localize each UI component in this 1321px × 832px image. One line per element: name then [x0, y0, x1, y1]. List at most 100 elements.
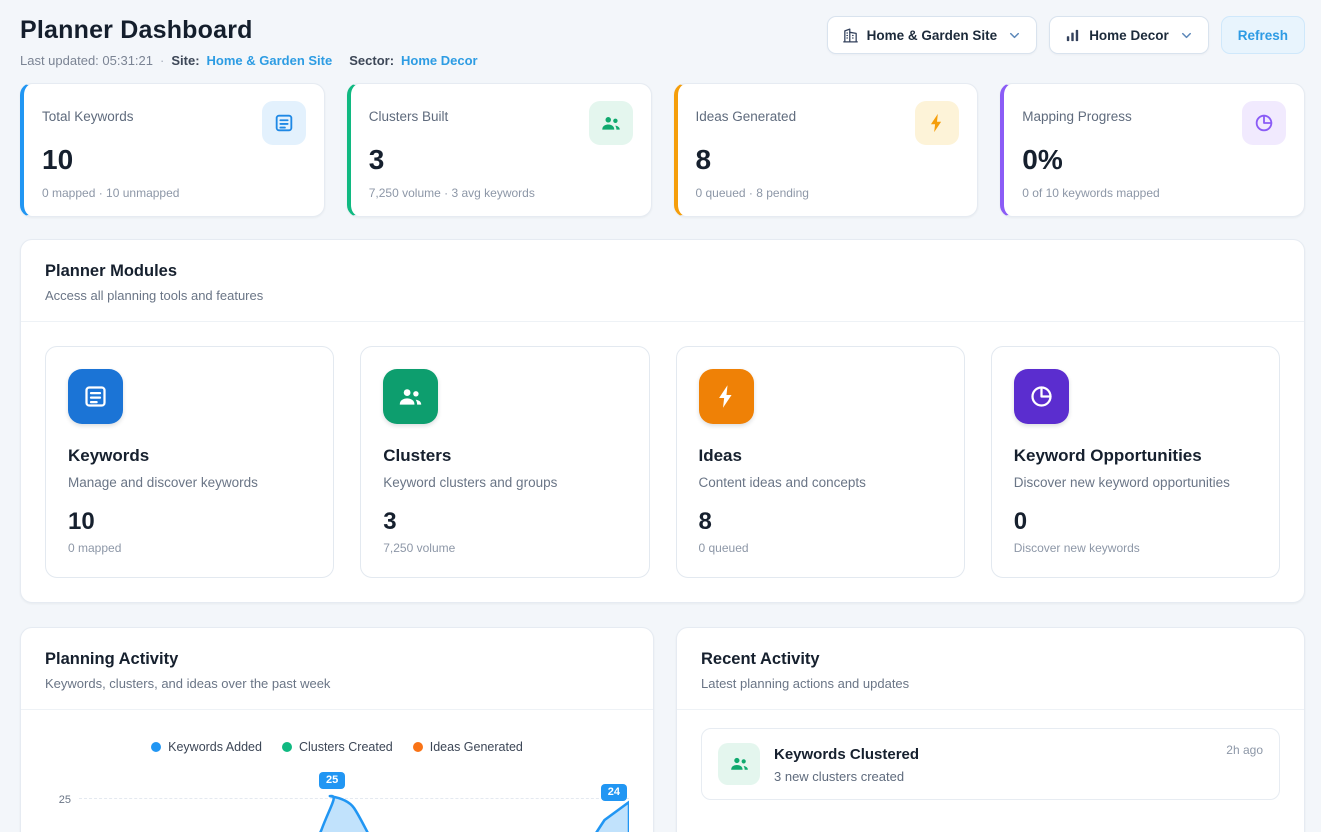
chevron-down-icon: [1179, 28, 1194, 43]
module-card-keyword-opportunities[interactable]: Keyword Opportunities Discover new keywo…: [991, 346, 1280, 578]
module-value: 3: [383, 508, 626, 536]
module-title: Ideas: [699, 446, 942, 466]
planning-activity-panel: Planning Activity Keywords, clusters, an…: [20, 627, 654, 832]
modules-grid: Keywords Manage and discover keywords 10…: [21, 322, 1304, 602]
bar-chart-icon: [1064, 27, 1081, 44]
module-subtext: 0 mapped: [68, 541, 311, 555]
planning-activity-body: Keywords Added Clusters Created Ideas Ge…: [21, 710, 653, 832]
site-selector-dropdown[interactable]: Home & Garden Site: [827, 16, 1038, 54]
site-label: Site:: [171, 53, 199, 68]
meta-separator: ·: [160, 53, 164, 68]
sector-link[interactable]: Home Decor: [401, 53, 478, 68]
planning-activity-chart: 25 25 24: [45, 776, 629, 832]
section-subtitle: Keywords, clusters, and ideas over the p…: [45, 676, 629, 691]
chart-point-label: 24: [601, 784, 627, 801]
stat-card-mapping-progress: Mapping Progress 0% 0 of 10 keywords map…: [1000, 83, 1305, 217]
legend-item-keywords-added: Keywords Added: [151, 740, 262, 754]
module-card-keywords[interactable]: Keywords Manage and discover keywords 10…: [45, 346, 334, 578]
stat-value: 0%: [1022, 145, 1286, 176]
module-card-ideas[interactable]: Ideas Content ideas and concepts 8 0 que…: [676, 346, 965, 578]
module-card-clusters[interactable]: Clusters Keyword clusters and groups 3 7…: [360, 346, 649, 578]
bolt-icon: [915, 101, 959, 145]
legend-item-clusters-created: Clusters Created: [282, 740, 393, 754]
module-subtext: Discover new keywords: [1014, 541, 1257, 555]
module-title: Clusters: [383, 446, 626, 466]
chart-point-label: 25: [319, 772, 345, 789]
planner-modules-header: Planner Modules Access all planning tool…: [21, 240, 1304, 322]
module-value: 0: [1014, 508, 1257, 536]
recent-activity-panel: Recent Activity Latest planning actions …: [676, 627, 1305, 832]
section-subtitle: Access all planning tools and features: [45, 288, 1280, 303]
stat-value: 10: [42, 145, 306, 176]
pie-chart-icon: [1242, 101, 1286, 145]
stat-value: 8: [696, 145, 960, 176]
module-description: Content ideas and concepts: [699, 475, 942, 490]
module-subtext: 0 queued: [699, 541, 942, 555]
bottom-section: Planning Activity Keywords, clusters, an…: [20, 627, 1305, 832]
stat-subtext: 0 mapped · 10 unmapped: [42, 186, 306, 200]
page-header: Planner Dashboard Last updated: 05:31:21…: [20, 16, 1305, 68]
header-meta: Last updated: 05:31:21 · Site: Home & Ga…: [20, 53, 478, 68]
activity-item-title: Keywords Clustered: [774, 743, 919, 763]
sector-selector-label: Home Decor: [1089, 28, 1169, 43]
article-icon: [262, 101, 306, 145]
stat-value: 3: [369, 145, 633, 176]
chart-plot-area: 25 24: [79, 776, 629, 832]
site-link[interactable]: Home & Garden Site: [207, 53, 333, 68]
legend-item-ideas-generated: Ideas Generated: [413, 740, 523, 754]
legend-label: Keywords Added: [168, 740, 262, 754]
article-icon: [68, 369, 123, 424]
stat-subtext: 0 of 10 keywords mapped: [1022, 186, 1286, 200]
planning-activity-header: Planning Activity Keywords, clusters, an…: [21, 628, 653, 710]
stat-subtext: 7,250 volume · 3 avg keywords: [369, 186, 633, 200]
groups-icon: [383, 369, 438, 424]
stat-subtext: 0 queued · 8 pending: [696, 186, 960, 200]
stat-label: Clusters Built: [369, 101, 449, 124]
header-controls: Home & Garden Site Home Decor Refresh: [827, 16, 1305, 54]
stats-row: Total Keywords 10 0 mapped · 10 unmapped…: [20, 83, 1305, 217]
stat-card-clusters-built: Clusters Built 3 7,250 volume · 3 avg ke…: [347, 83, 652, 217]
pie-chart-icon: [1014, 369, 1069, 424]
legend-dot-icon: [413, 742, 423, 752]
page-title: Planner Dashboard: [20, 16, 478, 45]
area-series: [79, 786, 629, 832]
module-description: Manage and discover keywords: [68, 475, 311, 490]
module-title: Keywords: [68, 446, 311, 466]
site-selector-label: Home & Garden Site: [867, 28, 998, 43]
stat-label: Ideas Generated: [696, 101, 797, 124]
section-title: Recent Activity: [701, 650, 1280, 669]
module-description: Keyword clusters and groups: [383, 475, 626, 490]
bolt-icon: [699, 369, 754, 424]
activity-list-item[interactable]: Keywords Clustered 3 new clusters create…: [701, 728, 1280, 800]
chart-legend: Keywords Added Clusters Created Ideas Ge…: [45, 740, 629, 754]
section-title: Planner Modules: [45, 262, 1280, 281]
stat-card-ideas-generated: Ideas Generated 8 0 queued · 8 pending: [674, 83, 979, 217]
activity-item-description: 3 new clusters created: [774, 769, 919, 784]
activity-item-text: Keywords Clustered 3 new clusters create…: [774, 743, 919, 785]
module-subtext: 7,250 volume: [383, 541, 626, 555]
stat-card-total-keywords: Total Keywords 10 0 mapped · 10 unmapped: [20, 83, 325, 217]
module-value: 8: [699, 508, 942, 536]
section-title: Planning Activity: [45, 650, 629, 669]
legend-label: Clusters Created: [299, 740, 393, 754]
refresh-button[interactable]: Refresh: [1221, 16, 1305, 54]
header-left: Planner Dashboard Last updated: 05:31:21…: [20, 16, 478, 68]
planner-modules-panel: Planner Modules Access all planning tool…: [20, 239, 1305, 603]
stat-label: Mapping Progress: [1022, 101, 1132, 124]
module-description: Discover new keyword opportunities: [1014, 475, 1257, 490]
section-subtitle: Latest planning actions and updates: [701, 676, 1280, 691]
recent-activity-body: Keywords Clustered 3 new clusters create…: [677, 710, 1304, 818]
recent-activity-header: Recent Activity Latest planning actions …: [677, 628, 1304, 710]
module-title: Keyword Opportunities: [1014, 446, 1257, 466]
activity-item-timestamp: 2h ago: [1226, 743, 1263, 757]
last-updated-text: Last updated: 05:31:21: [20, 53, 153, 68]
legend-label: Ideas Generated: [430, 740, 523, 754]
planner-dashboard-page: Planner Dashboard Last updated: 05:31:21…: [0, 0, 1321, 832]
groups-icon: [589, 101, 633, 145]
groups-icon: [718, 743, 760, 785]
sector-label: Sector:: [349, 53, 394, 68]
legend-dot-icon: [151, 742, 161, 752]
legend-dot-icon: [282, 742, 292, 752]
module-value: 10: [68, 508, 311, 536]
sector-selector-dropdown[interactable]: Home Decor: [1049, 16, 1209, 54]
